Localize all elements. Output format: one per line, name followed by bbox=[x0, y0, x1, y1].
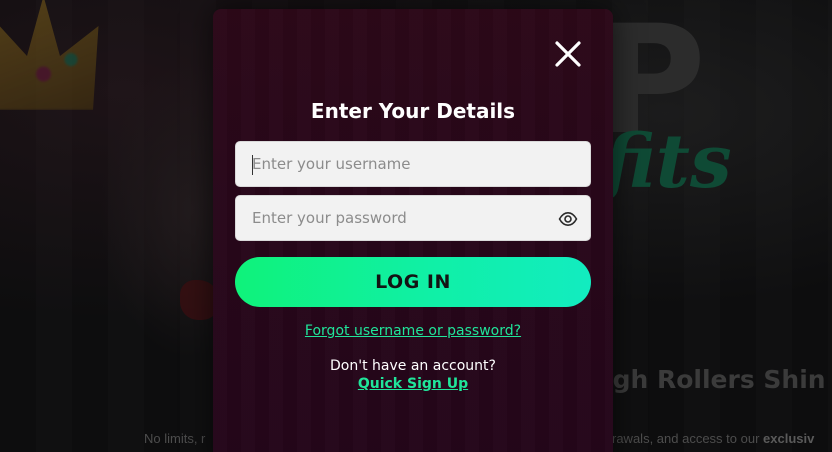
background-footer-text-right-bold: exclusiv bbox=[763, 431, 815, 446]
login-modal: Enter Your Details LOG IN Forgot usernam… bbox=[213, 9, 613, 452]
text-caret bbox=[252, 155, 253, 175]
eye-icon bbox=[558, 212, 578, 226]
login-button[interactable]: LOG IN bbox=[235, 257, 591, 307]
forgot-password-link[interactable]: Forgot username or password? bbox=[213, 323, 613, 339]
background-footer-text-right: rawals, and access to our exclusiv bbox=[612, 431, 814, 446]
background-tagline: igh Rollers Shin bbox=[604, 365, 826, 394]
no-account-text: Don't have an account? bbox=[330, 358, 496, 374]
crown-image bbox=[0, 0, 99, 110]
background-logo-script: fits bbox=[602, 119, 732, 205]
close-button[interactable] bbox=[553, 39, 583, 69]
username-input[interactable] bbox=[236, 142, 590, 186]
password-field-wrapper bbox=[235, 195, 591, 241]
background-footer-text-right-prefix: rawals, and access to our bbox=[612, 431, 764, 446]
modal-title: Enter Your Details bbox=[310, 99, 516, 123]
password-input[interactable] bbox=[236, 196, 590, 240]
quick-signup-link[interactable]: Quick Sign Up bbox=[213, 376, 613, 392]
page: P fits igh Rollers Shin No limits, r raw… bbox=[0, 0, 832, 452]
username-field-wrapper bbox=[235, 141, 591, 187]
background-footer-text-left: No limits, r bbox=[144, 431, 206, 446]
show-password-toggle[interactable] bbox=[558, 209, 578, 229]
close-icon bbox=[555, 41, 581, 67]
